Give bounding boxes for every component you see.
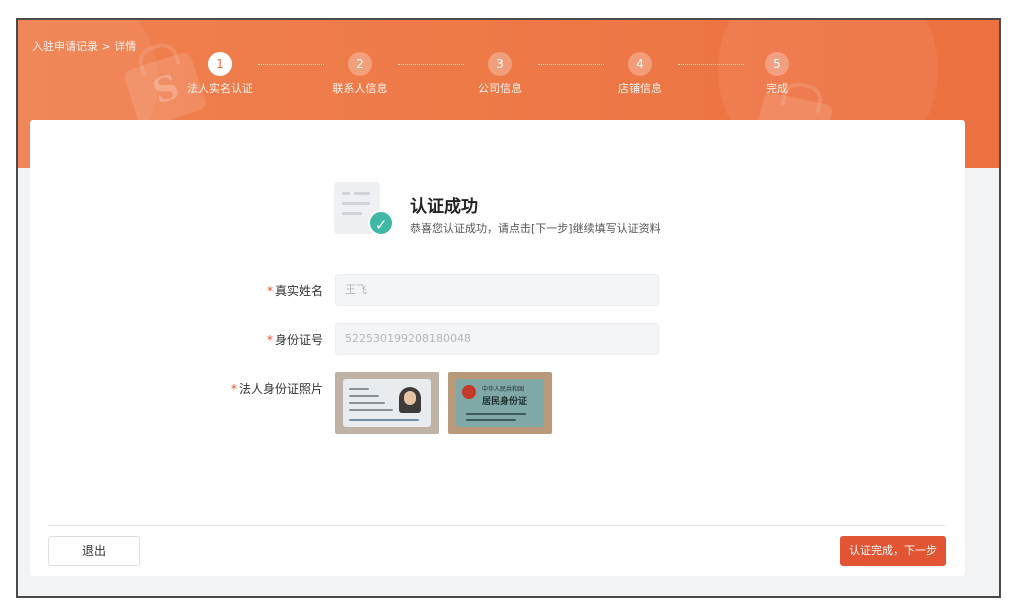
required-mark: * [266, 284, 273, 298]
id-card-back-photo[interactable]: 中华人民共和国 居民身份证 [448, 372, 552, 434]
content-card: ✓ 认证成功 恭喜您认证成功，请点击[下一步]继续填写认证资料 * 真实姓名 王飞… [30, 120, 965, 576]
id-back-country-text: 中华人民共和国 [482, 386, 525, 393]
id-number-field[interactable]: 522530199208180048 [335, 323, 659, 355]
step-company-info: 3 公司信息 [455, 52, 545, 96]
step-number: 3 [488, 52, 512, 76]
form-row-name: * 真实姓名 王飞 [30, 274, 965, 306]
step-label: 法人实名认证 [187, 82, 253, 95]
step-shop-info: 4 店铺信息 [595, 52, 685, 96]
name-label: * 真实姓名 [267, 282, 323, 299]
id-card-front-image [343, 379, 431, 427]
step-number: 1 [208, 52, 232, 76]
exit-button[interactable]: 退出 [48, 536, 140, 566]
national-emblem-icon [462, 385, 476, 399]
step-number: 2 [348, 52, 372, 76]
app-window: S 入驻申请记录 > 详情 1 法人实名认证 2 联系人信息 3 公司信息 4 … [16, 18, 1001, 598]
next-step-button[interactable]: 认证完成，下一步 [840, 536, 946, 566]
check-circle-icon: ✓ [368, 210, 394, 236]
success-description: 恭喜您认证成功，请点击[下一步]继续填写认证资料 [410, 222, 661, 235]
step-label: 完成 [766, 82, 788, 95]
verification-success-icon: ✓ [334, 182, 394, 238]
step-number: 4 [628, 52, 652, 76]
form-row-id-photos: * 法人身份证照片 中华人民共和国 居民身份证 [30, 372, 965, 434]
success-title: 认证成功 [410, 197, 478, 217]
required-mark: * [266, 333, 273, 347]
step-contact-info: 2 联系人信息 [315, 52, 405, 96]
step-label: 联系人信息 [332, 82, 388, 95]
id-back-card-text: 居民身份证 [482, 397, 528, 407]
portrait-image [399, 387, 421, 413]
step-number: 5 [765, 52, 789, 76]
required-mark: * [230, 382, 237, 396]
name-label-text: 真实姓名 [274, 284, 323, 298]
id-card-front-photo[interactable] [335, 372, 439, 434]
id-number-label: * 身份证号 [267, 331, 323, 348]
step-complete: 5 完成 [732, 52, 822, 96]
step-label: 店铺信息 [618, 82, 662, 95]
id-photo-label: * 法人身份证照片 [231, 380, 323, 397]
step-legal-verification: 1 法人实名认证 [175, 52, 265, 96]
id-photo-label-text: 法人身份证照片 [238, 382, 323, 396]
id-number-label-text: 身份证号 [274, 333, 323, 347]
footer-divider [48, 525, 946, 526]
real-name-field[interactable]: 王飞 [335, 274, 659, 306]
id-card-back-image: 中华人民共和国 居民身份证 [456, 379, 544, 427]
step-progress: 1 法人实名认证 2 联系人信息 3 公司信息 4 店铺信息 5 完成 [18, 52, 999, 102]
form-row-id-number: * 身份证号 522530199208180048 [30, 323, 965, 355]
step-label: 公司信息 [478, 82, 522, 95]
